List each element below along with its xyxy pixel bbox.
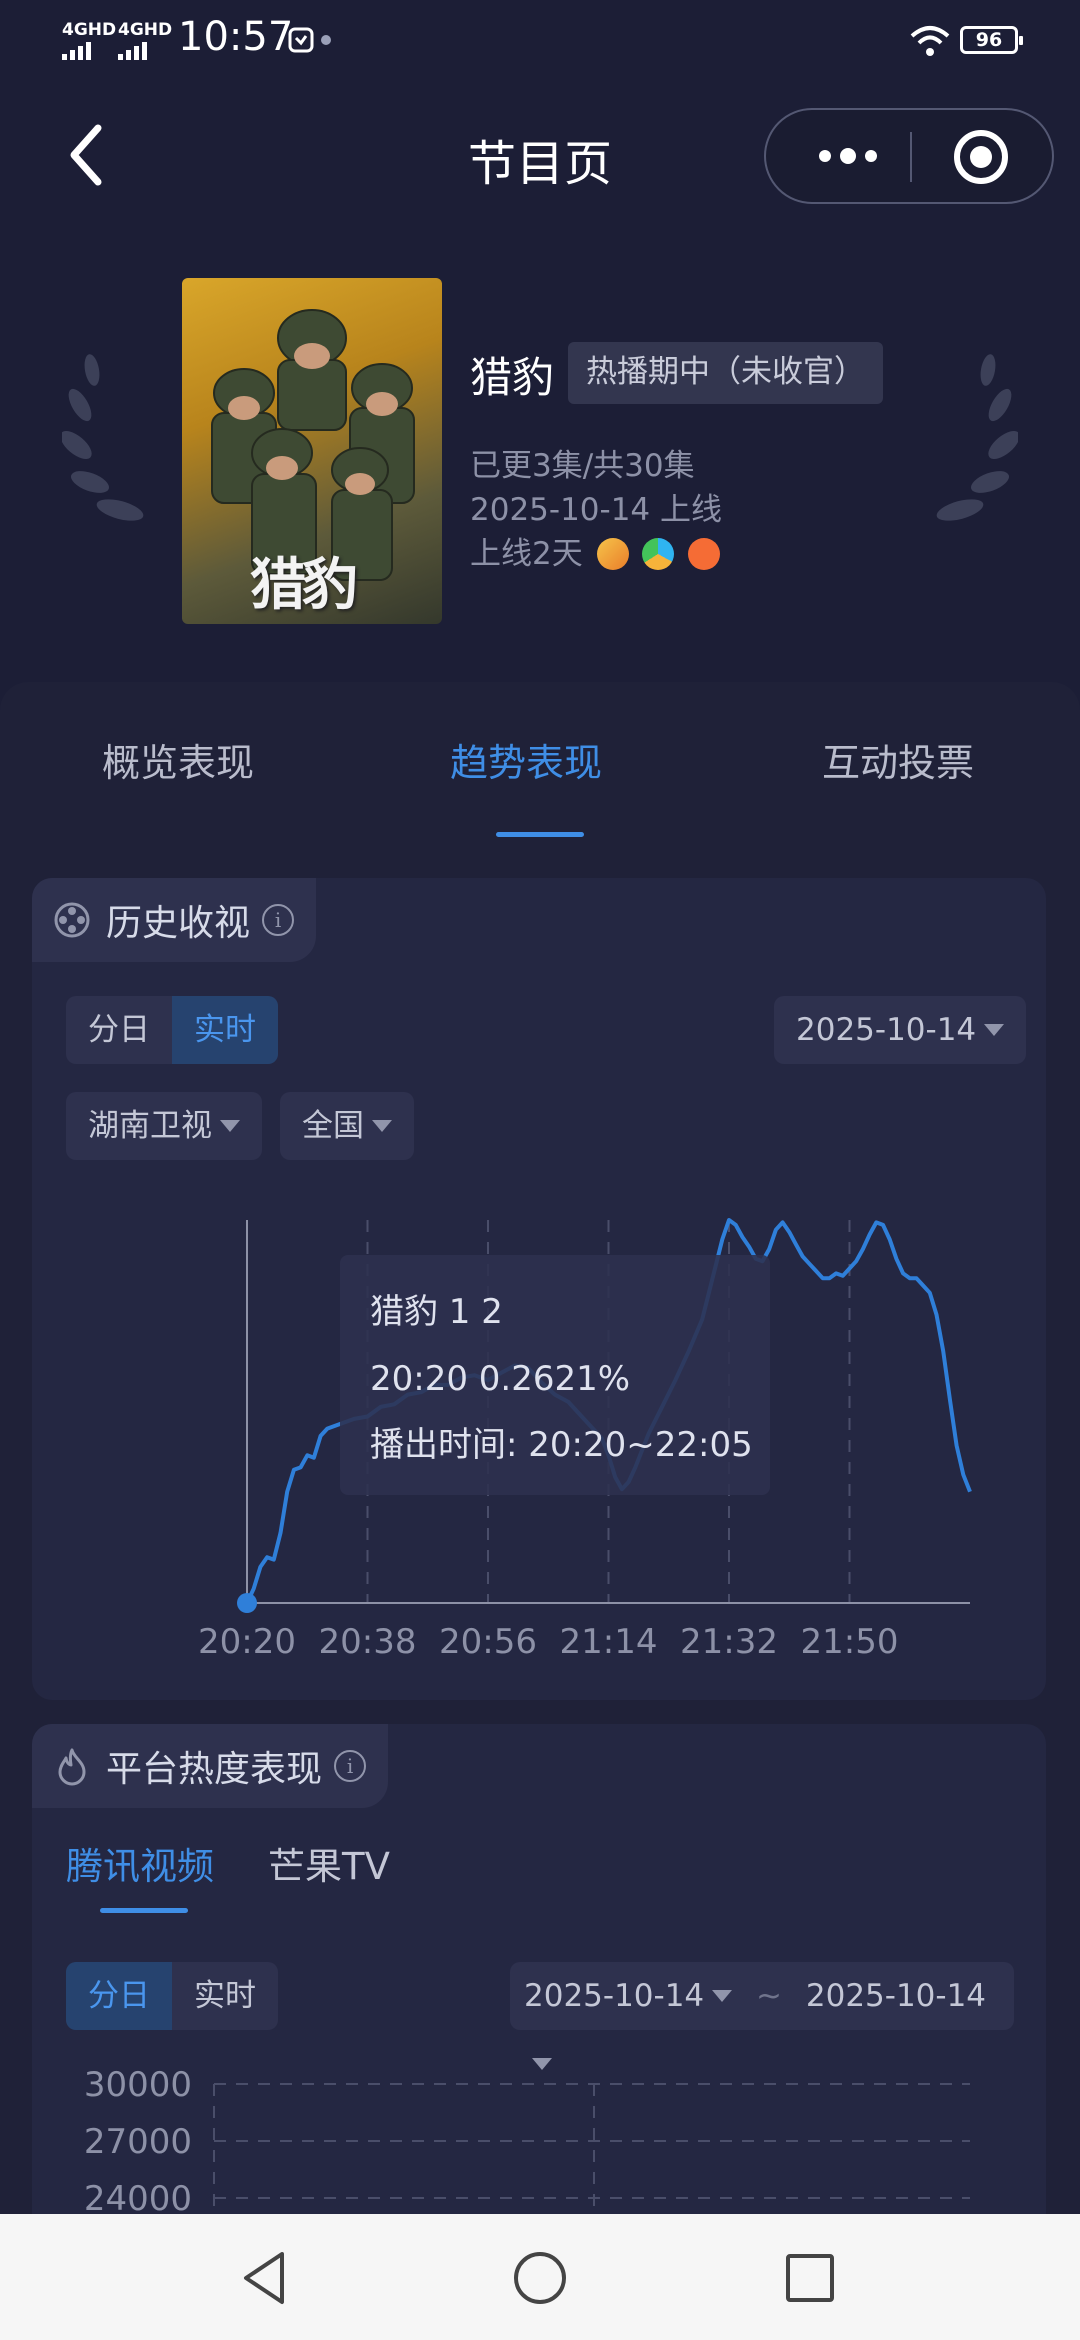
flame-icon (58, 1748, 86, 1786)
region-value: 全国 (302, 1108, 364, 1144)
signal-2-indicator: 4GHD (118, 20, 172, 60)
more-menu-button[interactable] (808, 110, 888, 202)
home-circle-icon[interactable] (510, 2248, 570, 2308)
heat-date-to[interactable]: 2025-10-14 (806, 1978, 986, 2014)
platform-tab-indicator (100, 1908, 188, 1913)
selected-data-point (237, 1593, 257, 1613)
heat-line-chart[interactable]: 30000 27000 24000 (40, 2060, 1040, 2214)
x-tick-label: 20:38 (319, 1622, 417, 1662)
heat-mode-daily-button[interactable]: 分日 (66, 1962, 172, 2030)
recents-square-icon[interactable] (780, 2248, 840, 2308)
tab-trend[interactable]: 趋势表现 (450, 732, 602, 787)
tooltip-value: 20:20 0.2621% (370, 1359, 630, 1399)
platform-tab-tencent[interactable]: 腾讯视频 (66, 1836, 214, 1890)
mango-tv-icon (596, 538, 629, 570)
signal-bars-icon (62, 42, 116, 60)
channel-value: 湖南卫视 (88, 1108, 212, 1144)
episode-count: 已更3集/共30集 (470, 448, 695, 484)
signal-2-label: 4GHD (118, 20, 173, 40)
platform-heat-header: 平台热度表现 i (32, 1724, 389, 1808)
date-range-separator: ~ (756, 1978, 783, 2014)
info-icon[interactable]: i (334, 1750, 367, 1782)
signal-1-label: 4GHD (62, 20, 117, 40)
online-days: 上线2天 (470, 536, 583, 572)
signal-bars-icon (118, 42, 172, 60)
poster-title-text: 猎豹 (250, 553, 358, 618)
battery-indicator: 96 (960, 26, 1023, 54)
chevron-down-icon (984, 1024, 1005, 1036)
info-icon[interactable]: i (262, 904, 295, 936)
back-triangle-icon[interactable] (236, 2248, 296, 2308)
active-tab-indicator (496, 832, 584, 837)
film-reel-icon (54, 902, 90, 938)
tab-interaction-vote[interactable]: 互动投票 (822, 732, 974, 787)
app-notification-icon (288, 27, 331, 53)
tooltip-title: 猎豹 1 2 (370, 1292, 503, 1332)
x-tick-label: 20:20 (198, 1622, 296, 1662)
history-mode-toggle: 分日 实时 (66, 996, 278, 1064)
tencent-video-icon (642, 538, 675, 570)
y-tick-label: 24000 (84, 2179, 192, 2214)
status-bar: 4GHD 4GHD 10:57 96 (0, 0, 1080, 80)
y-tick-label: 30000 (84, 2065, 192, 2105)
x-tick-label: 21:14 (560, 1622, 658, 1662)
heat-date-range: 2025-10-14 ~ 2025-10-14 (510, 1962, 1014, 2070)
tab-overview[interactable]: 概览表现 (102, 732, 254, 787)
system-navigation-bar (0, 2214, 1080, 2340)
show-status-badge: 热播期中（未收官） (568, 342, 883, 404)
platform-heat-title: 平台热度表现 (106, 1749, 323, 1790)
tooltip-airtime: 播出时间: 20:20~22:05 (370, 1425, 753, 1465)
x-tick-label: 20:56 (439, 1622, 537, 1662)
mgtv-icon (688, 538, 721, 570)
y-tick-label: 27000 (84, 2122, 192, 2162)
close-mini-program-button[interactable] (954, 130, 1008, 184)
heat-mode-toggle: 分日 实时 (66, 1962, 278, 2030)
x-tick-label: 21:50 (801, 1622, 899, 1662)
region-dropdown[interactable]: 全国 (280, 1092, 414, 1160)
heat-mode-realtime-button[interactable]: 实时 (172, 1962, 278, 2030)
show-poster[interactable]: 猎豹 (182, 278, 442, 624)
heat-date-from[interactable]: 2025-10-14 (524, 1978, 704, 2014)
history-date-value: 2025-10-14 (796, 1012, 977, 1048)
platform-tab-mango[interactable]: 芒果TV (268, 1836, 390, 1890)
laurel-left-icon (62, 354, 144, 521)
x-tick-label: 21:32 (680, 1622, 778, 1662)
history-date-dropdown[interactable]: 2025-10-14 (774, 996, 1027, 1064)
capsule-divider (910, 132, 912, 182)
laurel-right-icon (936, 354, 1018, 521)
wifi-icon (910, 26, 950, 56)
status-time: 10:57 (178, 14, 294, 60)
mode-realtime-button[interactable]: 实时 (172, 996, 278, 1064)
channel-dropdown[interactable]: 湖南卫视 (66, 1092, 262, 1160)
history-ratings-title: 历史收视 (106, 903, 251, 944)
mini-program-capsule (764, 108, 1054, 204)
chevron-down-icon (220, 1120, 240, 1132)
mode-daily-button[interactable]: 分日 (66, 996, 172, 1064)
online-days-row: 上线2天 (470, 528, 721, 573)
chevron-down-icon (712, 1990, 733, 2002)
show-name: 猎豹 (470, 353, 555, 402)
chevron-down-icon (372, 1120, 392, 1132)
release-date: 2025-10-14 上线 (470, 492, 723, 528)
history-ratings-header: 历史收视 i (32, 878, 317, 962)
ratings-line-chart[interactable]: 0.2700%0.3000%0.3300%0.3600%0.3900%0.420… (40, 1180, 1040, 1680)
signal-1-indicator: 4GHD (62, 20, 116, 60)
